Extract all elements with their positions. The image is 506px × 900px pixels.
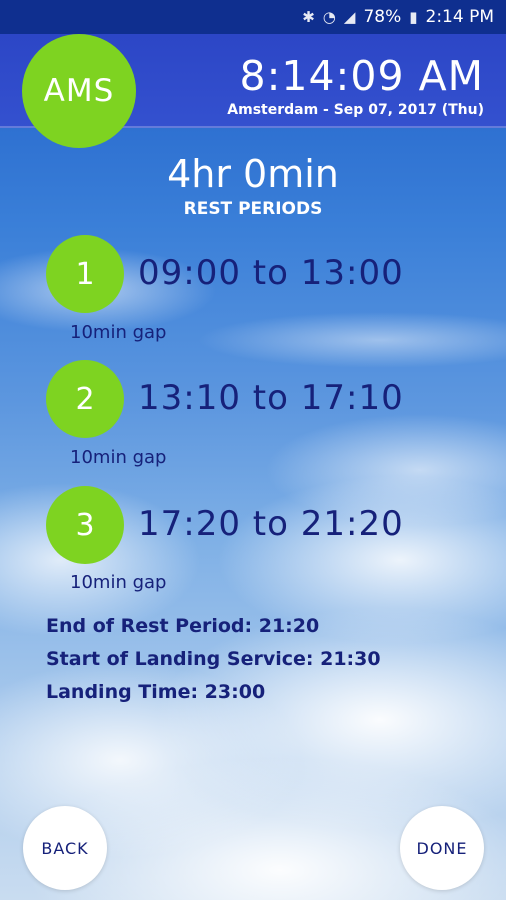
gap-label: 10min gap [70, 572, 167, 593]
rest-period-3: 3 17:20 to 21:20 [46, 486, 466, 564]
period-time-range: 17:20 to 21:20 [138, 504, 404, 544]
period-number-badge: 2 [46, 360, 124, 438]
period-time-range: 09:00 to 13:00 [138, 253, 404, 293]
start-of-landing-service: Start of Landing Service: 21:30 [46, 648, 381, 670]
bluetooth-icon: ✱ [302, 8, 315, 26]
gap-label: 10min gap [70, 447, 167, 468]
battery-icon: ▮ [409, 8, 418, 26]
status-time: 2:14 PM [425, 7, 495, 27]
status-bar: ✱ ◔ ◢ 78% ▮ 2:14 PM [0, 0, 506, 34]
signal-icon: ◢ [343, 8, 356, 26]
period-number-badge: 1 [46, 235, 124, 313]
airport-code-badge[interactable]: AMS [22, 34, 136, 148]
rest-period-1: 1 09:00 to 13:00 [46, 235, 466, 313]
landing-time: Landing Time: 23:00 [46, 681, 266, 703]
done-button[interactable]: DONE [400, 806, 484, 890]
total-rest-duration: 4hr 0min [167, 152, 339, 196]
wifi-icon: ◔ [322, 8, 336, 26]
period-time-range: 13:10 to 17:10 [138, 378, 404, 418]
period-number-badge: 3 [46, 486, 124, 564]
battery-percent: 78% [363, 7, 402, 27]
back-button[interactable]: BACK [23, 806, 107, 890]
rest-period-2: 2 13:10 to 17:10 [46, 360, 466, 438]
gap-label: 10min gap [70, 322, 167, 343]
end-of-rest-period: End of Rest Period: 21:20 [46, 615, 320, 637]
current-time: 8:14:09 AM [239, 52, 484, 100]
rest-periods-label: REST PERIODS [183, 199, 323, 219]
current-date: Amsterdam - Sep 07, 2017 (Thu) [227, 102, 484, 118]
